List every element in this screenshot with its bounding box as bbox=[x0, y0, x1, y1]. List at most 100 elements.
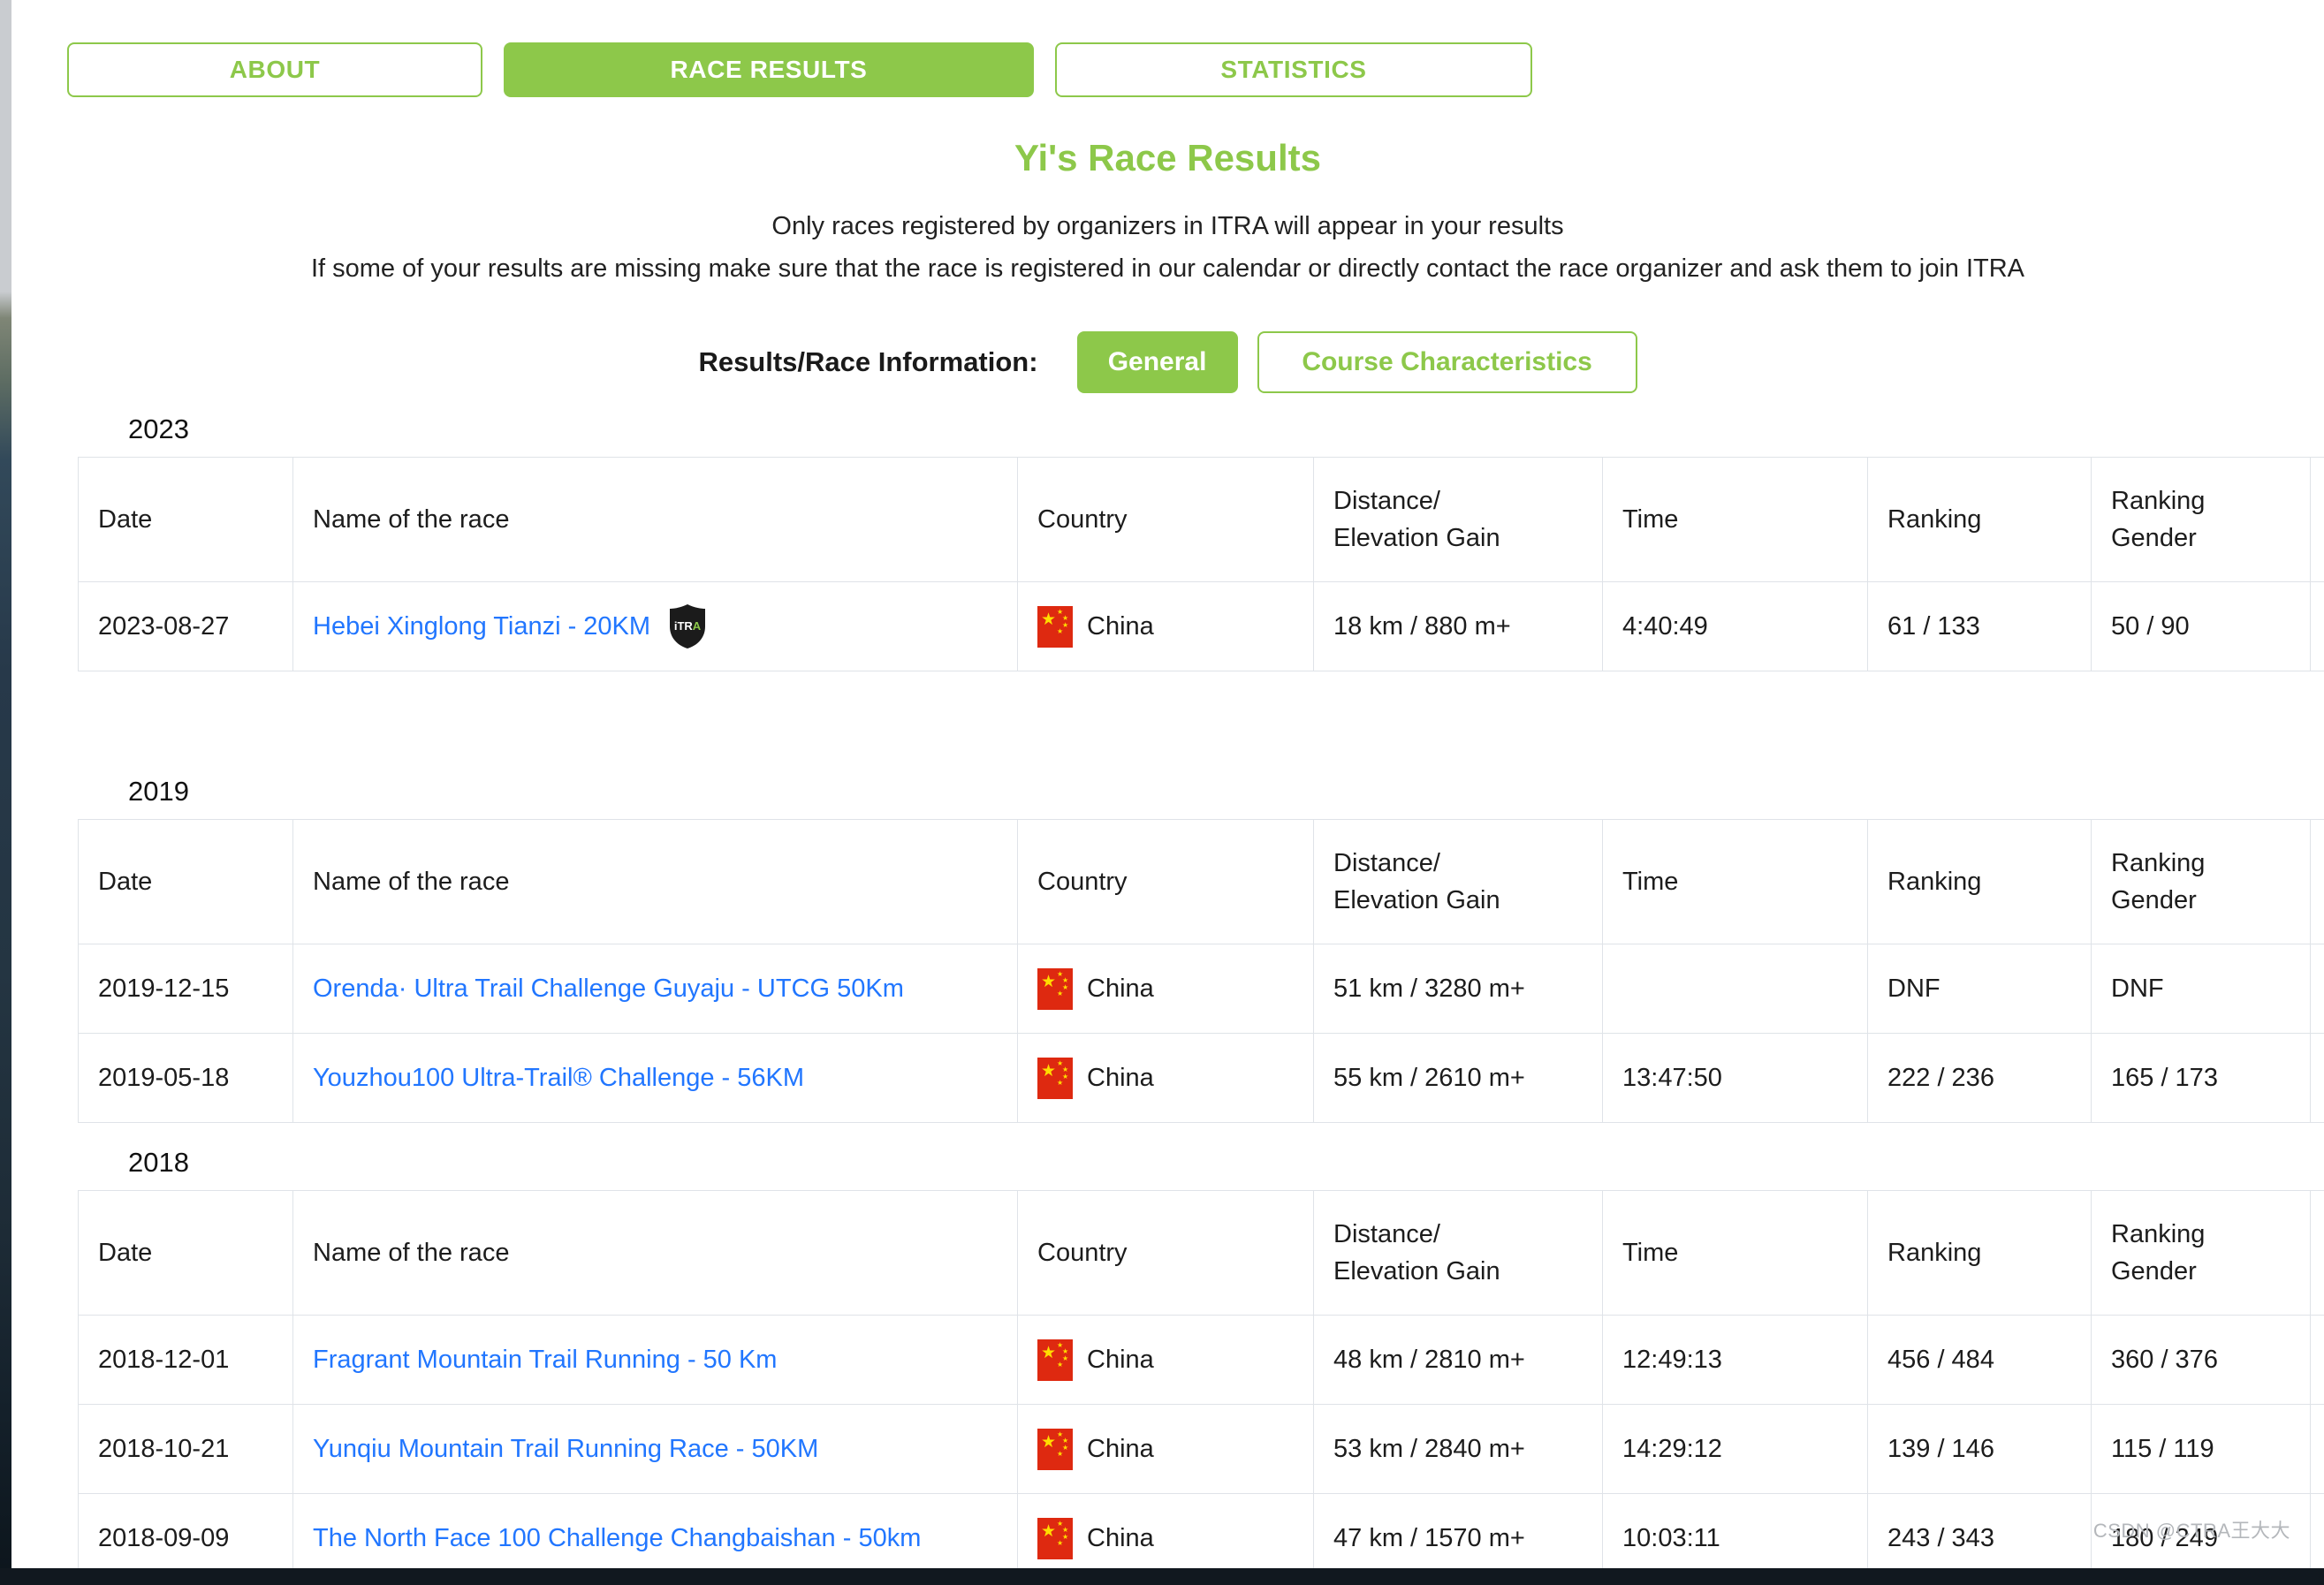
cell-date: 2019-12-15 bbox=[79, 944, 293, 1034]
col-header-time: Time bbox=[1603, 1191, 1868, 1316]
cell-date: 2023-08-27 bbox=[79, 582, 293, 671]
col-header-time: Time bbox=[1603, 820, 1868, 944]
col-header-ranking-gender: RankingGender bbox=[2092, 458, 2311, 582]
results-table: DateName of the raceCountryDistance/Elev… bbox=[78, 819, 2324, 1123]
cell-ranking: 139 / 146 bbox=[1868, 1405, 2092, 1494]
general-button[interactable]: General bbox=[1077, 331, 1238, 393]
cell-country: ★★★★★China bbox=[1018, 944, 1314, 1034]
cell-time bbox=[1603, 944, 1868, 1034]
cell-ranking: DNF bbox=[1868, 944, 2092, 1034]
itra-badge-icon: iTRA bbox=[668, 603, 707, 649]
cell-ranking: 222 / 236 bbox=[1868, 1034, 2092, 1123]
col-header-country: Country bbox=[1018, 1191, 1314, 1316]
col-header-itra-score: iTRA SCORE bbox=[2311, 1191, 2324, 1316]
race-name-link[interactable]: The North Face 100 Challenge Changbaisha… bbox=[313, 1524, 921, 1553]
results-info-toggle-group: Results/Race Information: General Course… bbox=[11, 331, 2324, 393]
cell-race-name: Fragrant Mountain Trail Running - 50 Km bbox=[293, 1316, 1018, 1405]
main-tab-bar: ABOUT RACE RESULTS STATISTICS bbox=[67, 42, 1532, 97]
country-label: China bbox=[1087, 975, 1154, 1004]
subtitle-secondary: If some of your results are missing make… bbox=[11, 254, 2324, 284]
bottom-edge-strip bbox=[0, 1568, 2324, 1585]
cell-itra-score: 286 bbox=[2311, 1405, 2324, 1494]
general-button-label: General bbox=[1108, 347, 1207, 377]
cell-distance-elevation: 55 km / 2610 m+ bbox=[1314, 1034, 1603, 1123]
col-header-race-name: Name of the race bbox=[293, 820, 1018, 944]
race-name-link[interactable]: Fragrant Mountain Trail Running - 50 Km bbox=[313, 1346, 777, 1375]
cell-itra-score: 302 bbox=[2311, 1316, 2324, 1405]
flag-china-icon: ★★★★★ bbox=[1037, 1058, 1073, 1099]
table-header-row: DateName of the raceCountryDistance/Elev… bbox=[79, 820, 2324, 944]
race-name-link[interactable]: Yunqiu Mountain Trail Running Race - 50K… bbox=[313, 1435, 818, 1464]
cell-country: ★★★★★China bbox=[1018, 1405, 1314, 1494]
year-heading: 2019 bbox=[128, 776, 2282, 808]
cell-ranking: 61 / 133 bbox=[1868, 582, 2092, 671]
col-header-ranking-gender: RankingGender bbox=[2092, 1191, 2311, 1316]
col-header-ranking: Ranking bbox=[1868, 820, 2092, 944]
col-header-ranking: Ranking bbox=[1868, 1191, 2092, 1316]
watermark: CSDN @CTRA王大大 bbox=[2093, 1515, 2290, 1543]
cell-date: 2019-05-18 bbox=[79, 1034, 293, 1123]
col-header-itra-score: iTRA SCORE bbox=[2311, 820, 2324, 944]
tab-statistics-label: STATISTICS bbox=[1220, 56, 1366, 84]
cell-time: 12:49:13 bbox=[1603, 1316, 1868, 1405]
cell-race-name: Orenda· Ultra Trail Challenge Guyaju - U… bbox=[293, 944, 1018, 1034]
table-row: 2018-10-21 Yunqiu Mountain Trail Running … bbox=[79, 1405, 2324, 1494]
col-header-ranking-gender: RankingGender bbox=[2092, 820, 2311, 944]
country-label: China bbox=[1087, 1064, 1154, 1093]
col-header-distance-elevation: Distance/Elevation Gain bbox=[1314, 820, 1603, 944]
cell-itra-score: 274 bbox=[2311, 582, 2324, 671]
table-row: 2018-12-01 Fragrant Mountain Trail Runnin… bbox=[79, 1316, 2324, 1405]
cell-ranking-gender: 115 / 119 bbox=[2092, 1405, 2311, 1494]
col-header-date: Date bbox=[79, 458, 293, 582]
cell-date: 2018-10-21 bbox=[79, 1405, 293, 1494]
page-title: Yi's Race Results bbox=[11, 137, 2324, 179]
cell-country: ★★★★★ China bbox=[1018, 1034, 1314, 1123]
results-info-label: Results/Race Information: bbox=[698, 346, 1037, 378]
table-header-row: DateName of the raceCountryDistance/Elev… bbox=[79, 458, 2324, 582]
table-row: 2023-08-27 Hebei Xinglong Tianzi - 20KM iT… bbox=[79, 582, 2324, 671]
cell-date: 2018-12-01 bbox=[79, 1316, 293, 1405]
cell-race-name: Hebei Xinglong Tianzi - 20KM iTRA bbox=[293, 582, 1018, 671]
col-header-date: Date bbox=[79, 1191, 293, 1316]
page-content: ABOUT RACE RESULTS STATISTICS Yi's Race … bbox=[11, 0, 2324, 1568]
cell-race-name: Youzhou100 Ultra-Trail® Challenge - 56KM bbox=[293, 1034, 1018, 1123]
cell-ranking-gender: DNF bbox=[2092, 944, 2311, 1034]
cell-distance-elevation: 51 km / 3280 m+ bbox=[1314, 944, 1603, 1034]
country-label: China bbox=[1087, 1346, 1154, 1375]
subtitle-primary: Only races registered by organizers in I… bbox=[11, 212, 2324, 241]
col-header-itra-score: iTRA SCORE bbox=[2311, 458, 2324, 582]
year-heading: 2018 bbox=[128, 1147, 2282, 1179]
col-header-distance-elevation: Distance/Elevation Gain bbox=[1314, 458, 1603, 582]
tab-statistics[interactable]: STATISTICS bbox=[1055, 42, 1532, 97]
cell-time: 4:40:49 bbox=[1603, 582, 1868, 671]
table-row: 2019-12-15 Orenda· Ultra Trail Challenge … bbox=[79, 944, 2324, 1034]
col-header-race-name: Name of the race bbox=[293, 458, 1018, 582]
cell-distance-elevation: 53 km / 2840 m+ bbox=[1314, 1405, 1603, 1494]
flag-china-icon: ★★★★★ bbox=[1037, 1339, 1073, 1381]
cell-distance-elevation: 48 km / 2810 m+ bbox=[1314, 1316, 1603, 1405]
race-name-link[interactable]: Youzhou100 Ultra-Trail® Challenge - 56KM bbox=[313, 1064, 804, 1093]
course-characteristics-button-label: Course Characteristics bbox=[1302, 347, 1591, 377]
flag-china-icon: ★★★★★ bbox=[1037, 606, 1073, 648]
cell-country: ★★★★★China bbox=[1018, 582, 1314, 671]
country-label: China bbox=[1087, 1524, 1154, 1553]
race-name-link[interactable]: Orenda· Ultra Trail Challenge Guyaju - U… bbox=[313, 975, 904, 1004]
flag-china-icon: ★★★★★ bbox=[1037, 1429, 1073, 1470]
col-header-country: Country bbox=[1018, 820, 1314, 944]
race-name-link[interactable]: Hebei Xinglong Tianzi - 20KM bbox=[313, 612, 650, 641]
year-section-2018: 2018DateName of the raceCountryDistance/… bbox=[78, 1147, 2282, 1583]
col-header-country: Country bbox=[1018, 458, 1314, 582]
year-heading: 2023 bbox=[128, 413, 2282, 445]
course-characteristics-button[interactable]: Course Characteristics bbox=[1257, 331, 1637, 393]
tab-race-results[interactable]: RACE RESULTS bbox=[504, 42, 1034, 97]
year-section-2019: 2019 DateName of the raceCountryDistance/… bbox=[78, 776, 2282, 1123]
table-row: 2019-05-18 Youzhou100 Ultra-Trail® Challe… bbox=[79, 1034, 2324, 1123]
col-header-time: Time bbox=[1603, 458, 1868, 582]
cell-itra-score: 322 bbox=[2311, 1034, 2324, 1123]
cell-country: ★★★★★ China bbox=[1018, 1316, 1314, 1405]
cell-time: 13:47:50 bbox=[1603, 1034, 1868, 1123]
tab-about[interactable]: ABOUT bbox=[67, 42, 482, 97]
results-table: DateName of the raceCountryDistance/Elev… bbox=[78, 1190, 2324, 1583]
cell-itra-score bbox=[2311, 944, 2324, 1034]
col-header-date: Date bbox=[79, 820, 293, 944]
